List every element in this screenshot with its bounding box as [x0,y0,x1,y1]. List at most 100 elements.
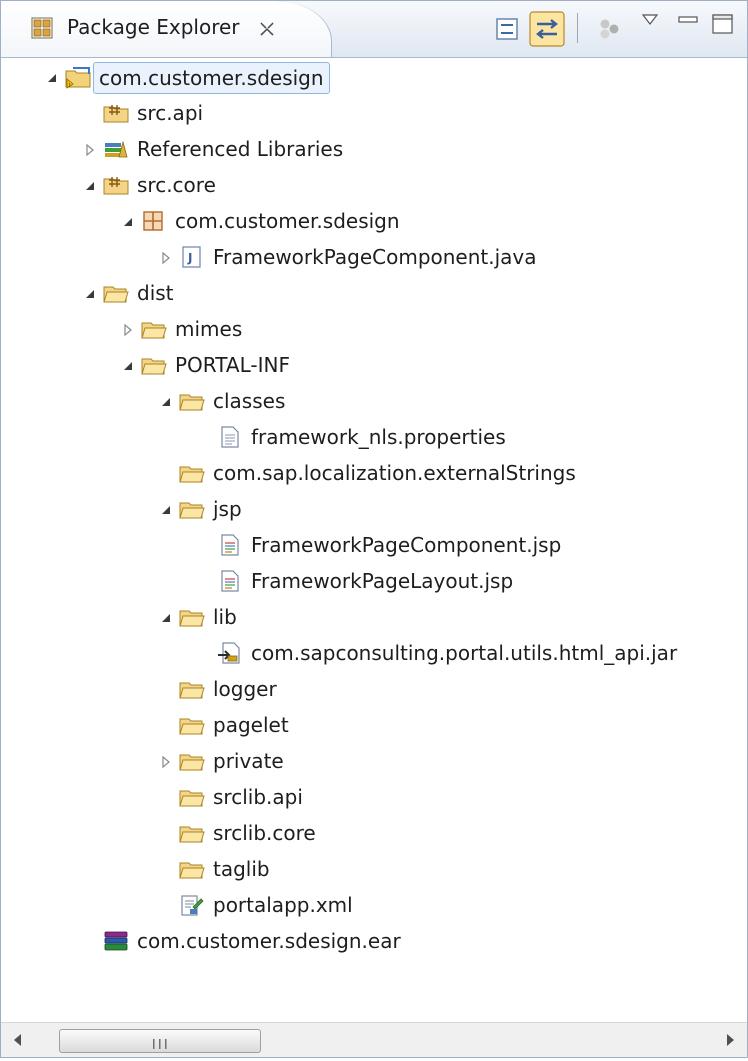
tree-item-label: taglib [213,857,270,881]
scrollbar-thumb[interactable] [59,1029,261,1053]
tree-item-label: com.customer.sdesign [93,62,330,94]
folder-icon [103,281,129,305]
tree-item-label: lib [213,605,237,629]
tree-item-label: src.core [137,173,216,197]
folder-icon [179,713,205,737]
jsp-file-icon [217,569,243,593]
thumb-grip-icon [148,1035,172,1049]
tree-item-label: srclib.core [213,821,316,845]
folder-icon [179,857,205,881]
jar-file-icon [217,641,243,665]
tree-item[interactable]: srclib.api [1,779,747,815]
collapsed-arrow-icon[interactable] [159,250,173,265]
view-tab[interactable]: Package Explorer [1,1,332,57]
tree-item-label: mimes [175,317,243,341]
java-file-icon: J [179,245,205,269]
folder-icon [179,389,205,413]
tree-item[interactable]: com.sapconsulting.portal.utils.html_api.… [1,635,747,671]
tree-item-label: framework_nls.properties [251,425,506,449]
tree-item[interactable]: dist [1,275,747,311]
tree-item[interactable]: FrameworkPageComponent.jsp [1,527,747,563]
expanded-arrow-icon[interactable] [83,286,97,300]
source-folder-icon [103,173,129,197]
expanded-arrow-icon[interactable] [83,178,97,192]
expanded-arrow-icon[interactable] [159,502,173,516]
tree-item-label: com.customer.sdesign.ear [137,929,401,953]
tree-item[interactable]: mimes [1,311,747,347]
expanded-arrow-icon[interactable] [159,394,173,408]
tree-item-label: com.sap.localization.externalStrings [213,461,576,485]
tree-item[interactable]: private [1,743,747,779]
folder-icon [179,785,205,809]
tree-item[interactable]: PORTAL-INF [1,347,747,383]
tree-item[interactable]: framework_nls.properties [1,419,747,455]
collapse-all-icon[interactable] [495,17,519,41]
tree-item-label: PORTAL-INF [175,353,290,377]
tree-item[interactable]: classes [1,383,747,419]
archive-icon [103,929,129,953]
tree-item[interactable]: src.api [1,95,747,131]
scroll-right-icon[interactable] [713,1023,747,1057]
scroll-left-icon[interactable] [1,1023,35,1057]
folder-icon [179,677,205,701]
link-with-editor-icon[interactable] [529,11,565,47]
tree-item-label: jsp [213,497,242,521]
tree-item[interactable]: jsp [1,491,747,527]
package-explorer-view: Package Explorer ! com.customer.sdesign … [0,0,748,1058]
tree-item[interactable]: lib [1,599,747,635]
tree-item[interactable]: J FrameworkPageComponent.java [1,239,747,275]
tree-item[interactable]: pagelet [1,707,747,743]
folder-icon [179,497,205,521]
tree-item[interactable]: Referenced Libraries [1,131,747,167]
tree-item[interactable]: taglib [1,851,747,887]
view-menu-icon[interactable] [641,13,659,27]
tree-item[interactable]: portalapp.xml [1,887,747,923]
tree-item-label: classes [213,389,286,413]
libraries-icon [103,137,129,161]
expanded-arrow-icon[interactable] [159,610,173,624]
toolbar-separator [577,13,578,43]
tree-item-label: FrameworkPageLayout.jsp [251,569,514,593]
folder-icon [141,317,167,341]
tree-item[interactable]: com.customer.sdesign [1,203,747,239]
tree-item[interactable]: logger [1,671,747,707]
expanded-arrow-icon[interactable] [45,70,59,84]
svg-text:J: J [187,251,192,265]
view-title: Package Explorer [67,15,240,39]
tree-item[interactable]: src.core [1,167,747,203]
folder-icon [179,461,205,485]
tree-item-label: srclib.api [213,785,303,809]
view-header: Package Explorer [1,1,747,58]
expanded-arrow-icon[interactable] [121,358,135,372]
folder-icon [179,605,205,629]
maximize-icon[interactable] [711,13,735,35]
xml-file-icon [179,893,205,917]
collapsed-arrow-icon[interactable] [121,322,135,337]
horizontal-scrollbar[interactable] [1,1022,747,1057]
tree-item-label: src.api [137,101,204,125]
filter-icon[interactable] [597,17,623,41]
tree-item-label: dist [137,281,174,305]
tree-item-label: Referenced Libraries [137,137,344,161]
tree-item-label: com.customer.sdesign [175,209,400,233]
project-icon: ! [65,65,91,89]
tree-item[interactable]: com.customer.sdesign.ear [1,923,747,959]
tree-item-label: portalapp.xml [213,893,353,917]
collapsed-arrow-icon[interactable] [159,754,173,769]
project-tree: ! com.customer.sdesign src.api Referenced L… [1,59,747,989]
expanded-arrow-icon[interactable] [121,214,135,228]
tree-item-label: com.sapconsulting.portal.utils.html_api.… [251,641,678,665]
tree-item[interactable]: FrameworkPageLayout.jsp [1,563,747,599]
tree-item[interactable]: srclib.core [1,815,747,851]
source-folder-icon [103,101,129,125]
close-view-icon[interactable] [257,19,277,39]
folder-icon [179,749,205,773]
tree-item-label: pagelet [213,713,289,737]
package-icon [141,209,167,233]
text-file-icon [217,425,243,449]
collapsed-arrow-icon[interactable] [83,142,97,157]
package-explorer-icon [31,17,53,39]
tree-item[interactable]: ! com.customer.sdesign [1,59,747,95]
tree-item[interactable]: com.sap.localization.externalStrings [1,455,747,491]
minimize-icon[interactable] [677,13,699,27]
